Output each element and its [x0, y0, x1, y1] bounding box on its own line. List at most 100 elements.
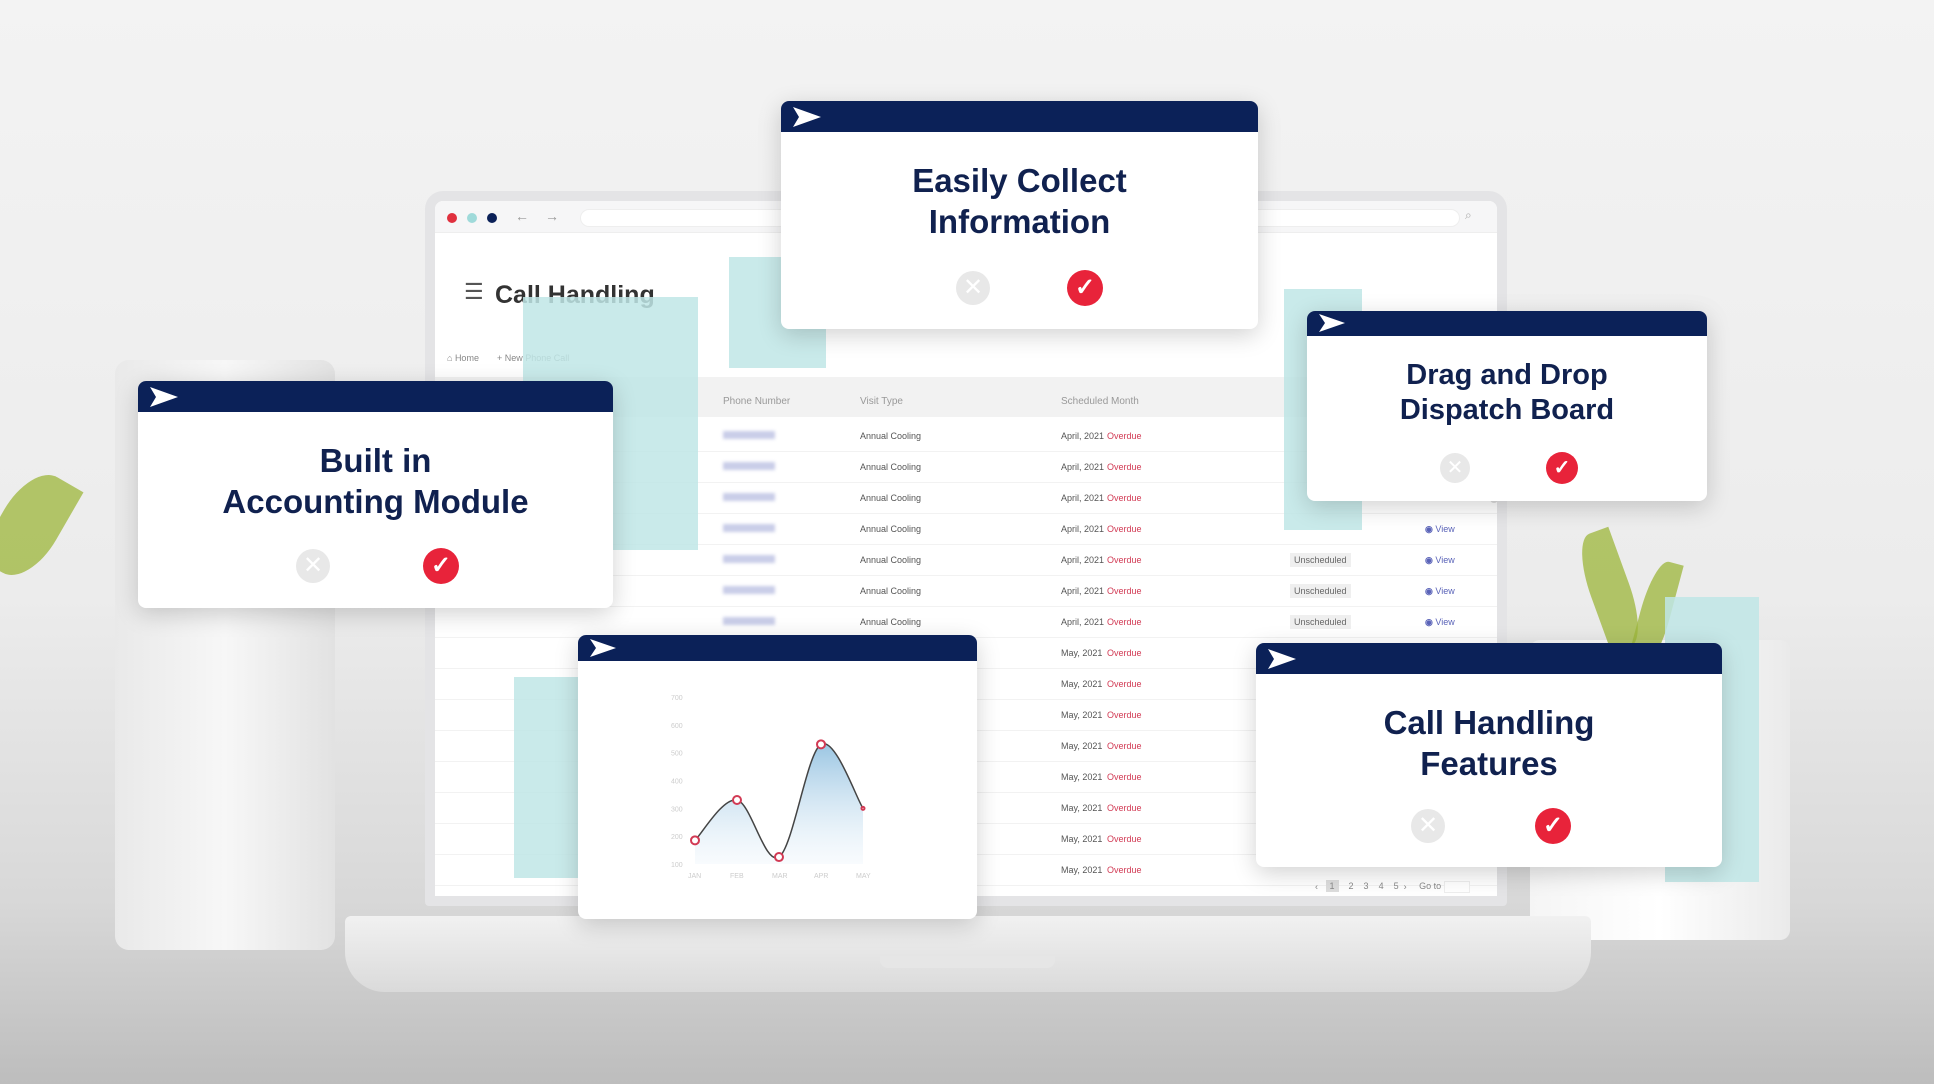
data-point[interactable] — [732, 794, 742, 805]
search-icon[interactable]: ⌕ — [1465, 208, 1472, 223]
col-phone-number[interactable]: Phone Number — [723, 396, 790, 407]
reject-x-icon[interactable]: ✕ — [956, 271, 990, 305]
phone-number-link[interactable] — [723, 462, 775, 472]
card-header — [1256, 643, 1722, 674]
approve-check-icon[interactable]: ✓ — [1067, 270, 1103, 306]
overdue-badge: Overdue — [1107, 710, 1142, 720]
card-accounting-module: Built in Accounting Module ✕ ✓ — [138, 381, 613, 608]
overdue-badge: Overdue — [1107, 741, 1142, 751]
page-3-button[interactable]: 3 — [1364, 881, 1369, 891]
view-link[interactable]: ◉ View — [1425, 586, 1455, 597]
card-header — [1307, 311, 1707, 336]
view-label: View — [1435, 586, 1455, 596]
laptop-base — [345, 916, 1591, 992]
card-title-line: Accounting Module — [222, 483, 529, 520]
visit-type-cell: Annual Cooling — [860, 555, 922, 565]
view-link[interactable]: ◉ View — [1425, 555, 1455, 566]
card-title: Easily Collect Information — [781, 160, 1258, 242]
breadcrumb-home[interactable]: ⌂ Home — [447, 353, 479, 363]
phone-number-link[interactable] — [723, 617, 775, 627]
visit-type-cell: Annual Cooling — [860, 431, 922, 441]
goto-input[interactable] — [1443, 881, 1470, 893]
data-point[interactable] — [690, 835, 700, 846]
window-max-dot[interactable] — [487, 213, 497, 223]
paper-plane-logo-icon — [793, 107, 821, 127]
back-arrow-icon[interactable]: ← — [515, 208, 529, 224]
month-cell: April, 2021 — [1061, 462, 1105, 472]
table-row[interactable]: Annual Cooling April, 2021 Overdue Unschedu… — [435, 607, 1497, 638]
breadcrumb-home-label: Home — [454, 353, 479, 363]
approve-check-icon[interactable]: ✓ — [1535, 808, 1571, 844]
view-link[interactable]: ◉ View — [1425, 617, 1455, 628]
month-cell: April, 2021 — [1061, 617, 1105, 627]
col-visit-type[interactable]: Visit Type — [860, 396, 903, 407]
forward-arrow-icon[interactable]: → — [545, 208, 559, 224]
status-badge: Unscheduled — [1290, 553, 1351, 567]
x-tick-label: JAN — [688, 873, 701, 880]
reject-x-icon[interactable]: ✕ — [1440, 453, 1470, 483]
y-tick-label: 200 — [671, 834, 683, 841]
overdue-badge: Overdue — [1107, 834, 1142, 844]
visit-type-cell: Annual Cooling — [860, 586, 922, 596]
reject-x-icon[interactable]: ✕ — [296, 549, 330, 583]
card-header — [138, 381, 613, 412]
overdue-badge: Overdue — [1107, 679, 1142, 689]
card-dispatch-board: Drag and Drop Dispatch Board ✕ ✓ — [1307, 311, 1707, 501]
card-chart: 100 200 300 400 500 600 700 JAN FEB MAR APR MAY — [578, 635, 977, 919]
page-2-button[interactable]: 2 — [1349, 881, 1354, 891]
eye-icon: ◉ — [1425, 524, 1433, 534]
card-title-line: Information — [928, 203, 1111, 240]
card-header — [781, 101, 1258, 132]
data-point[interactable] — [774, 852, 784, 863]
decor-teal-block — [514, 677, 578, 878]
eye-icon: ◉ — [1425, 555, 1433, 565]
month-cell: April, 2021 — [1061, 555, 1105, 565]
phone-number-link[interactable] — [723, 493, 775, 503]
page-5-button[interactable]: 5 — [1394, 881, 1399, 891]
page-1-button[interactable]: 1 — [1325, 880, 1339, 893]
month-cell: May, 2021 — [1061, 865, 1103, 875]
laptop-notch — [880, 956, 1055, 968]
view-label: View — [1435, 555, 1455, 565]
overdue-badge: Overdue — [1107, 431, 1142, 441]
page-4-button[interactable]: 4 — [1379, 881, 1384, 891]
overdue-badge: Overdue — [1107, 524, 1142, 534]
phone-number-link[interactable] — [723, 555, 775, 565]
view-link[interactable]: ◉ View — [1425, 524, 1455, 535]
eye-icon: ◉ — [1425, 617, 1433, 627]
next-page-icon[interactable]: › — [1404, 881, 1407, 891]
month-cell: May, 2021 — [1061, 679, 1103, 689]
month-cell: May, 2021 — [1061, 710, 1103, 720]
phone-number-link[interactable] — [723, 586, 775, 596]
approve-check-icon[interactable]: ✓ — [423, 548, 459, 584]
month-cell: May, 2021 — [1061, 772, 1103, 782]
phone-number-link[interactable] — [723, 431, 775, 441]
card-title-line: Features — [1420, 745, 1558, 782]
month-cell: May, 2021 — [1061, 803, 1103, 813]
phone-number-link[interactable] — [723, 524, 775, 534]
hamburger-menu-icon[interactable]: ☰ — [464, 279, 484, 305]
approve-check-icon[interactable]: ✓ — [1546, 452, 1578, 484]
paper-plane-logo-icon — [1319, 314, 1345, 332]
overdue-badge: Overdue — [1107, 586, 1142, 596]
reject-x-icon[interactable]: ✕ — [1411, 809, 1445, 843]
window-close-dot[interactable] — [447, 213, 457, 223]
window-min-dot[interactable] — [467, 213, 477, 223]
status-badge: Unscheduled — [1290, 615, 1351, 629]
overdue-badge: Overdue — [1107, 555, 1142, 565]
status-badge: Unscheduled — [1290, 584, 1351, 598]
overdue-badge: Overdue — [1107, 462, 1142, 472]
x-tick-label: MAR — [772, 873, 788, 880]
data-point[interactable] — [816, 739, 826, 750]
card-title: Drag and Drop Dispatch Board — [1307, 358, 1707, 428]
data-point[interactable] — [860, 805, 866, 811]
card-call-handling-features: Call Handling Features ✕ ✓ — [1256, 643, 1722, 867]
view-label: View — [1435, 524, 1455, 534]
visit-type-cell: Annual Cooling — [860, 524, 922, 534]
overdue-badge: Overdue — [1107, 648, 1142, 658]
col-scheduled-month[interactable]: Scheduled Month — [1061, 396, 1139, 407]
card-title: Built in Accounting Module — [138, 440, 613, 522]
prev-page-icon[interactable]: ‹ — [1315, 881, 1318, 891]
overdue-badge: Overdue — [1107, 865, 1142, 875]
paper-plane-logo-icon — [1268, 649, 1296, 669]
